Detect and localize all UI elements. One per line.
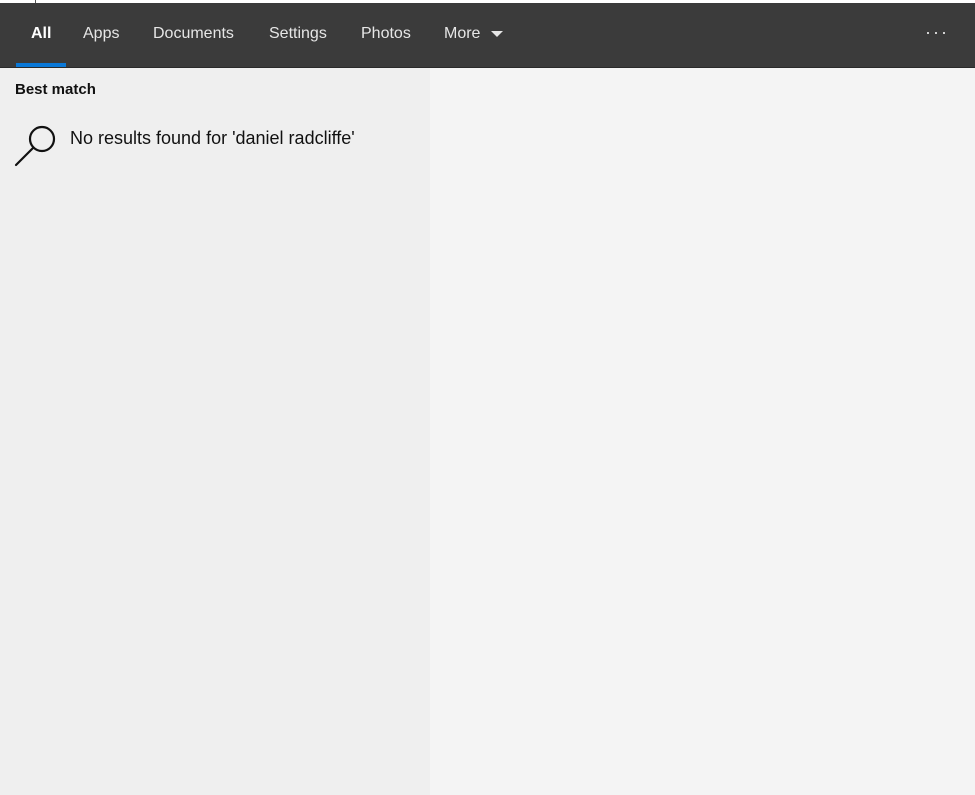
no-results-message: No results found for 'daniel radcliffe' — [70, 128, 355, 148]
tab-photos[interactable]: Photos — [361, 3, 411, 67]
preview-pane — [430, 68, 975, 795]
results-pane: Best match No results found for 'daniel … — [0, 68, 430, 795]
tab-more[interactable]: More — [444, 3, 480, 67]
more-options-button[interactable]: ··· — [925, 3, 949, 67]
search-icon — [14, 125, 56, 167]
tab-documents[interactable]: Documents — [153, 3, 234, 67]
chevron-down-icon[interactable] — [491, 31, 503, 37]
no-results-row: No results found for 'daniel radcliffe' — [14, 124, 414, 168]
tab-all[interactable]: All — [31, 3, 51, 67]
best-match-heading: Best match — [15, 81, 96, 98]
search-filter-tabbar: All Apps Documents Settings Photos More … — [0, 3, 975, 68]
tab-apps[interactable]: Apps — [83, 3, 119, 67]
tab-settings[interactable]: Settings — [269, 3, 327, 67]
active-tab-indicator — [16, 63, 66, 67]
